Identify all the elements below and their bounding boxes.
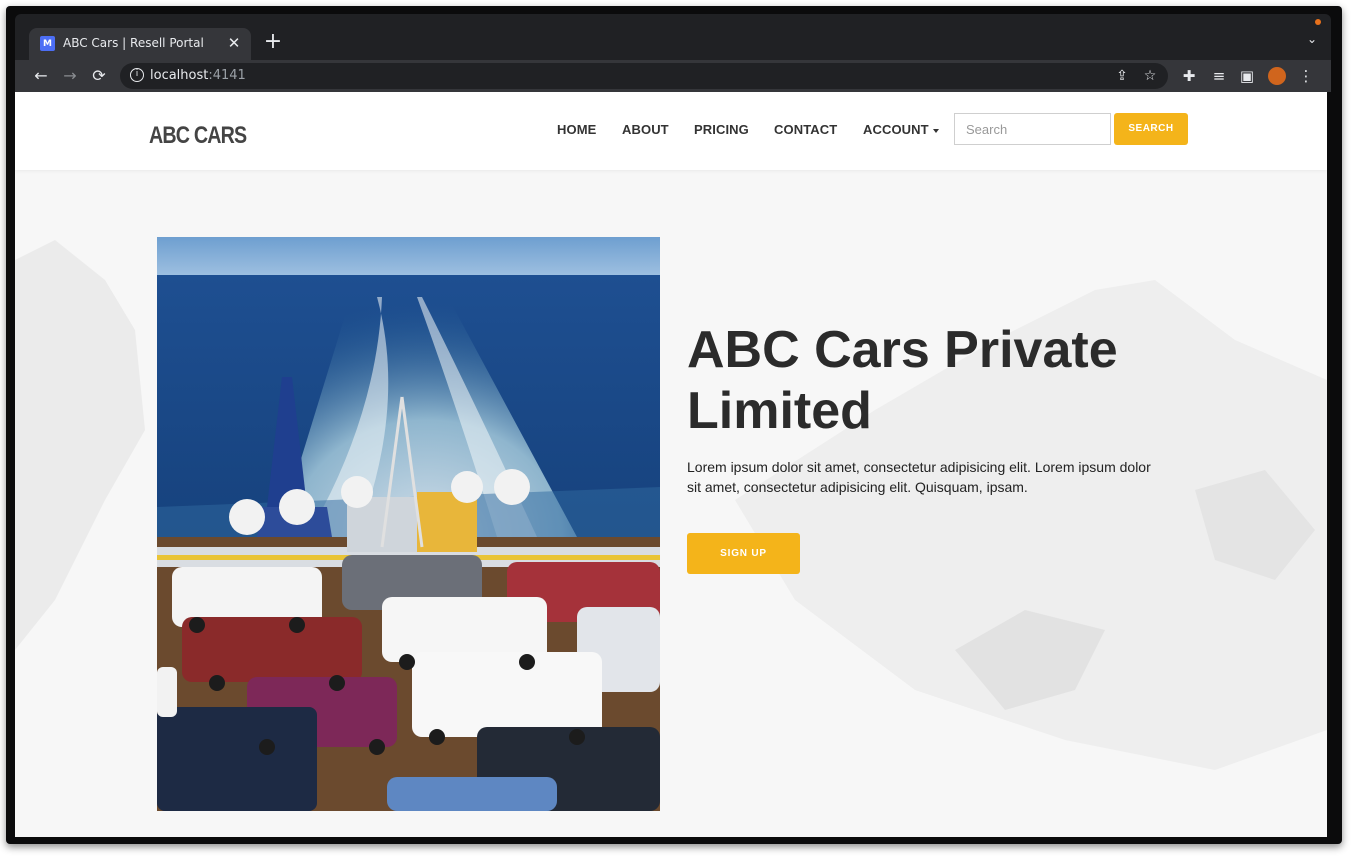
url-host: localhost (150, 68, 209, 83)
hero-image (157, 237, 660, 811)
nav-contact[interactable]: CONTACT (774, 122, 837, 137)
tab-search-icon[interactable]: ⌄ (1307, 32, 1317, 46)
sign-up-button[interactable]: SIGN UP (687, 533, 800, 574)
nav-pricing[interactable]: PRICING (694, 122, 749, 137)
nav-account-label: ACCOUNT (863, 122, 929, 137)
star-icon[interactable]: ☆ (1140, 66, 1160, 86)
media-icon[interactable]: ≡ (1207, 64, 1231, 88)
hero-title: ABC Cars Private Limited (687, 321, 1118, 440)
reload-icon[interactable]: ⟳ (87, 64, 111, 88)
site-logo[interactable]: ABC CARS (149, 122, 247, 150)
search-input[interactable] (954, 113, 1111, 145)
caret-down-icon (932, 128, 939, 133)
forward-icon[interactable]: → (58, 64, 82, 88)
page-viewport: ABC CARS HOME ABOUT PRICING CONTACT ACCO… (15, 92, 1327, 837)
extensions-icon[interactable]: ✚ (1177, 64, 1201, 88)
nav-account[interactable]: ACCOUNT (863, 122, 939, 137)
hero-description: Lorem ipsum dolor sit amet, consectetur … (687, 459, 1151, 495)
url-text: localhost:4141 (150, 68, 246, 83)
tab-title: ABC Cars | Resell Portal (63, 36, 204, 50)
ferry-cars-photo (157, 237, 660, 811)
profile-icon[interactable] (1268, 67, 1286, 85)
close-tab-icon[interactable]: ✕ (225, 34, 243, 52)
browser-tab[interactable]: M ABC Cars | Resell Portal ✕ (29, 28, 251, 60)
back-icon[interactable]: ← (29, 64, 53, 88)
browser-window: M ABC Cars | Resell Portal ✕ + ⌄ ← → ⟳ i… (6, 6, 1342, 844)
site-header: ABC CARS HOME ABOUT PRICING CONTACT ACCO… (15, 92, 1327, 170)
new-tab-icon[interactable]: + (261, 30, 285, 54)
url-port: :4141 (208, 68, 246, 83)
search-button[interactable]: SEARCH (1114, 113, 1188, 145)
nav-about[interactable]: ABOUT (622, 122, 669, 137)
menu-icon[interactable]: ⋮ (1294, 64, 1318, 88)
favicon-icon: M (40, 36, 55, 51)
browser-chrome: M ABC Cars | Resell Portal ✕ + ⌄ ← → ⟳ i… (15, 14, 1331, 92)
address-bar[interactable]: i localhost:4141 ⇪ ☆ (120, 63, 1168, 89)
nav-home[interactable]: HOME (557, 122, 596, 137)
update-indicator (1315, 19, 1321, 25)
info-icon[interactable]: i (130, 68, 144, 82)
share-icon[interactable]: ⇪ (1112, 66, 1132, 86)
browser-toolbar: ← → ⟳ i localhost:4141 ⇪ ☆ ✚ ≡ ▣ ⋮ (15, 60, 1331, 92)
side-panel-icon[interactable]: ▣ (1235, 64, 1259, 88)
